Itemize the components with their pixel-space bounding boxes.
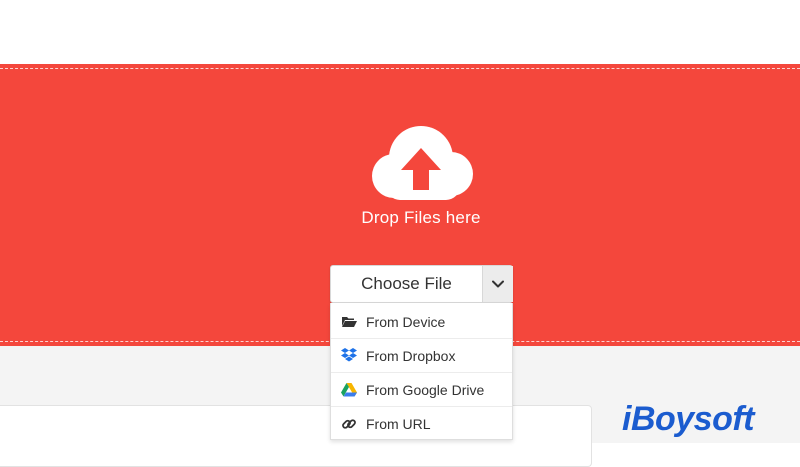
top-background [0, 0, 800, 64]
cloud-upload-icon [372, 126, 473, 200]
drop-zone-top-border [0, 68, 800, 69]
source-menu: From Device From Dropbox From Google Dri… [330, 303, 513, 440]
menu-item-from-url[interactable]: From URL [331, 407, 512, 441]
menu-item-label: From Google Drive [366, 381, 485, 398]
dropdown-toggle-button[interactable] [482, 266, 513, 302]
menu-item-from-google-drive[interactable]: From Google Drive [331, 373, 512, 407]
menu-item-label: From Dropbox [366, 347, 456, 364]
folder-open-icon [341, 314, 357, 330]
google-drive-icon [341, 382, 357, 398]
watermark-logo: iBoysoft [622, 400, 755, 438]
menu-item-from-dropbox[interactable]: From Dropbox [331, 339, 512, 373]
choose-file-button[interactable]: Choose File [331, 266, 482, 302]
link-icon [341, 416, 357, 432]
menu-item-label: From Device [366, 313, 446, 330]
drop-files-label: Drop Files here [361, 208, 481, 227]
dropbox-icon [341, 348, 357, 364]
chevron-down-icon [492, 280, 504, 288]
menu-item-from-device[interactable]: From Device [331, 305, 512, 339]
choose-file-group: Choose File [330, 265, 513, 303]
menu-item-label: From URL [366, 416, 431, 432]
